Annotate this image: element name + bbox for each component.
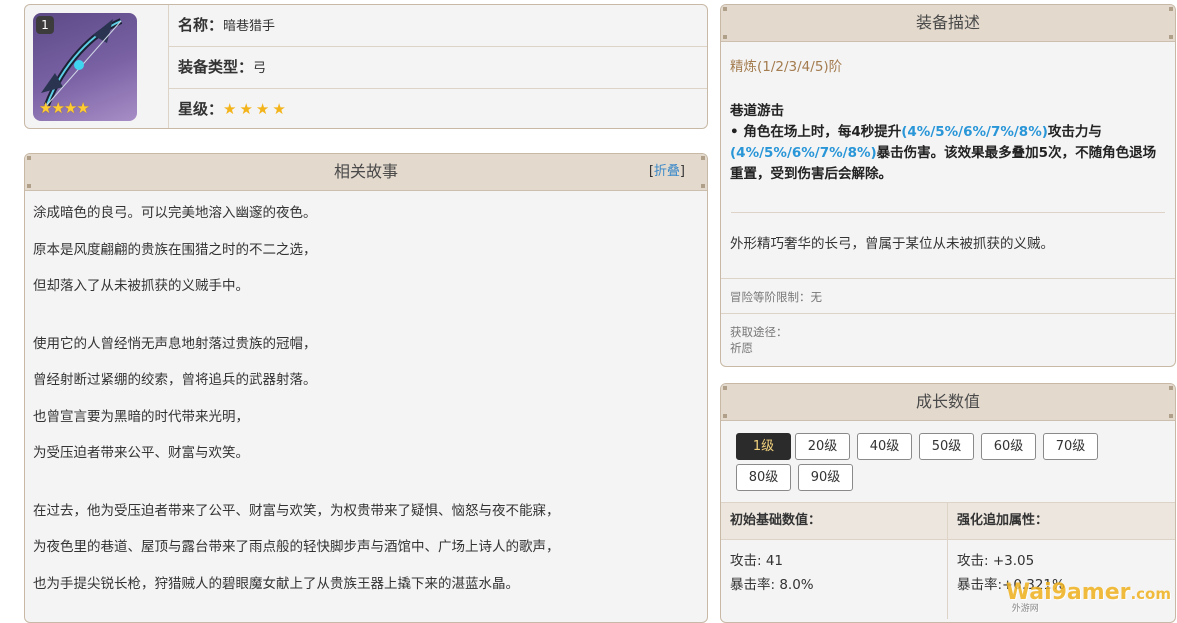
level-button-40[interactable]: 40级 [857,433,912,460]
rarity-label: 星级： [178,100,224,118]
story-line: 使用它的人曾经悄无声息地射落过贵族的冠帽， [33,335,317,352]
story-line: 涂成暗色的良弓。可以完美地溶入幽邃的夜色。 [33,205,317,221]
image-rarity-stars: ★★★★ [39,99,90,117]
level-selector: 1级 20级 40级 50级 60级 70级 80级 90级 [721,421,1175,495]
level-button-70[interactable]: 70级 [1043,433,1098,460]
equip-title: 装备描述 [915,13,980,32]
base-stats: 攻击: 41 暴击率: 8.0% [721,539,956,619]
story-text: 涂成暗色的良弓。可以完美地溶入幽邃的夜色。 原本是风度翩翩的贵族在围猎之时的不二… [25,191,707,610]
type-value: 弓 [253,61,267,76]
story-title: 相关故事 [333,162,398,181]
bonus-attack: 攻击: +3.05 [957,553,1035,569]
equip-header: 装备描述 [721,5,1175,42]
weapon-image: 1 ★★★★ [33,13,137,121]
level-button-50[interactable]: 50级 [919,433,974,460]
source-label: 获取途径： [730,325,788,339]
passive-effect: 巷道游击 • 角色在场上时，每4秒提升(4%/5%/6%/7%/8%)攻击力与(… [721,75,1175,185]
bonus-stats: 攻击: +3.05 暴击率:+0.321% [947,539,1175,619]
bonus-stats-header: 强化追加属性： [947,503,1175,539]
refine-level: 精炼(1/2/3/4/5)阶 [730,59,843,75]
story-header: 相关故事 [折叠] [25,154,707,191]
fold-toggle: [折叠] [648,164,685,179]
item-info-panel: 1 ★★★★ 名称：暗巷猎手 装备类型：弓 星级：★★★★ [24,4,708,129]
highlight-value: (4%/5%/6%/7%/8%) [730,145,877,161]
stats-header-row: 初始基础数值： 强化追加属性： [721,502,1175,540]
level-button-90[interactable]: 90级 [798,464,853,491]
highlight-value: (4%/5%/6%/7%/8%) [901,124,1048,140]
equip-description-panel: 装备描述 精炼(1/2/3/4/5)阶 巷道游击 • 角色在场上时，每4秒提升(… [720,4,1176,367]
type-label: 装备类型： [178,58,254,76]
story-line: 为受压迫者带来公平、财富与欢笑。 [33,445,249,461]
growth-title: 成长数值 [915,392,980,411]
story-line: 原本是风度翩翩的贵族在围猎之时的不二之选， [33,241,317,258]
name-value: 暗巷猎手 [223,19,276,34]
level-button-60[interactable]: 60级 [981,433,1036,460]
story-line: 也曾宣言要为黑暗的时代带来光明， [33,408,249,425]
level-badge: 1 [36,16,54,34]
site-watermark: Wai9amer.com 外游网 [1005,580,1171,614]
fold-link[interactable]: 折叠 [654,164,680,179]
story-line: 为夜色里的巷道、屋顶与露台带来了雨点般的轻快脚步声与酒馆中、广场上诗人的歌声， [33,539,560,555]
source-value: 祈愿 [730,341,753,355]
type-row: 装备类型：弓 [169,47,707,89]
rarity-row: 星级：★★★★ [169,89,707,128]
level-button-1[interactable]: 1级 [736,433,791,460]
source-info: 获取途径： 祈愿 [721,313,1175,356]
level-button-20[interactable]: 20级 [795,433,850,460]
name-row: 名称：暗巷猎手 [169,5,707,47]
base-crit-rate: 暴击率: 8.0% [730,577,814,593]
story-line: 在过去，他为受压迫者带来了公平、财富与欢笑，为权贵带来了疑惧、恼怒与夜不能寐， [33,502,560,519]
story-panel: 相关故事 [折叠] 涂成暗色的良弓。可以完美地溶入幽邃的夜色。 原本是风度翩翩的… [24,153,708,623]
info-column: 名称：暗巷猎手 装备类型：弓 星级：★★★★ [168,5,707,128]
passive-name: 巷道游击 [730,103,784,119]
story-line: 曾经射断过紧绷的绞索，曾将追兵的武器射落。 [33,372,317,388]
base-stats-header: 初始基础数值： [730,513,822,528]
story-line: 但却落入了从未被抓获的义贼手中。 [33,278,249,294]
rarity-stars-icon: ★★★★ [223,100,289,118]
level-button-80[interactable]: 80级 [736,464,791,491]
weapon-description: 外形精巧奢华的长弓，曾属于某位从未被抓获的义贼。 [730,236,1054,252]
name-label: 名称： [178,16,224,34]
story-line: 也为手提尖锐长枪，狩猎贼人的碧眼魔女献上了从贵族王器上撬下来的湛蓝水晶。 [33,575,519,592]
ascension-limit: 冒险等阶限制：无 [721,278,1175,313]
base-attack: 攻击: 41 [730,553,784,569]
growth-header: 成长数值 [721,384,1175,421]
passive-text: • 角色在场上时，每4秒提升(4%/5%/6%/7%/8%)攻击力与(4%/5%… [730,124,1157,182]
